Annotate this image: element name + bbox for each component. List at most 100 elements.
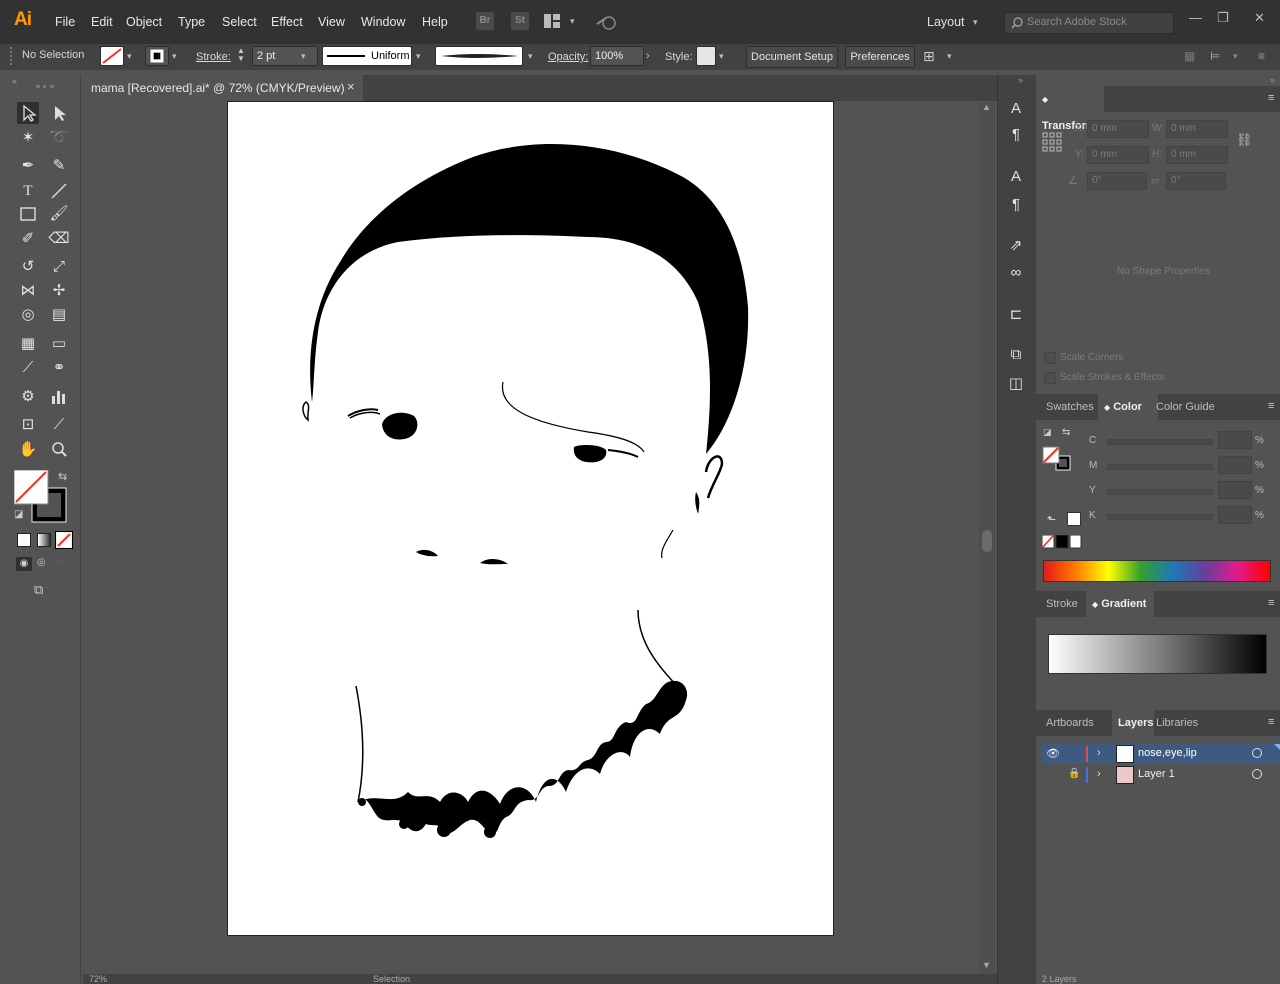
document-setup-button[interactable]: Document Setup [746,46,838,68]
channel-k-field[interactable] [1218,506,1252,524]
opacity-label[interactable]: Opacity: [548,51,588,63]
selection-tool-icon[interactable] [17,102,39,124]
transform-icon[interactable]: ⊨ [1210,49,1220,63]
curvature-tool-icon[interactable]: ✎ [48,155,70,177]
arrange-documents-icon[interactable] [544,14,560,28]
w-field[interactable]: 0 mm [1166,120,1228,138]
chevron-down-icon[interactable]: ▾ [973,17,978,28]
panel-menu-icon[interactable]: ≡ [1268,716,1274,728]
menu-help[interactable]: Help [422,15,448,29]
paintbrush-tool-icon[interactable]: 🖌 [48,203,70,225]
brush-definition[interactable] [435,46,523,66]
menu-effect[interactable]: Effect [271,15,303,29]
slice-tool-icon[interactable]: ⟋ [48,414,70,436]
bridge-button[interactable]: Br [476,12,494,30]
type-tool-icon[interactable]: T [17,180,39,202]
hand-tool-icon[interactable]: ✋ [17,439,39,461]
h-field[interactable]: 0 mm [1166,146,1228,164]
menu-view[interactable]: View [318,15,345,29]
default-fill-stroke-icon[interactable]: ◪ [14,509,23,520]
menu-type[interactable]: Type [178,15,205,29]
scrollbar-thumb[interactable] [982,530,992,552]
stroke-swatch[interactable] [145,46,169,66]
chevron-down-icon[interactable]: ▾ [416,51,421,62]
fill-stroke-swatches[interactable] [13,469,67,523]
shape-builder-tool-icon[interactable]: ◎ [17,304,39,326]
variable-width-profile[interactable]: Uniform [322,46,412,66]
swap-colors-icon[interactable]: ⇆ [1062,427,1070,438]
menu-window[interactable]: Window [361,15,405,29]
panel-menu-icon[interactable]: ≡ [1268,597,1274,609]
artboard-tool-icon[interactable]: ⊡ [17,414,39,436]
tab-libraries[interactable]: Libraries [1150,710,1204,736]
minimize-icon[interactable]: — [1189,10,1202,25]
stroke-label[interactable]: Stroke: [196,51,231,63]
character-panel-icon[interactable]: A [1005,98,1027,120]
x-field[interactable]: 0 mm [1087,120,1149,138]
tab-color[interactable]: ◆ Color [1098,394,1158,420]
shear-angle-field[interactable]: 0° [1166,172,1226,190]
scale-corners-checkbox[interactable] [1044,352,1056,364]
paragraph-panel-icon[interactable]: ¶ [1005,124,1027,146]
quick-swatches[interactable] [1041,534,1082,549]
screen-mode-icon[interactable]: ⧉ [34,582,43,598]
y-field[interactable]: 0 mm [1087,146,1149,164]
layer-name[interactable]: Layer 1 [1138,768,1175,780]
layer-row[interactable]: 👁 › nose,eye,lip [1042,744,1280,764]
expand-chevron-icon[interactable]: › [1097,768,1101,780]
target-icon[interactable] [1252,748,1262,758]
magic-wand-tool-icon[interactable]: ✶ [17,127,39,149]
channel-m-field[interactable] [1218,456,1252,474]
expand-chevron-icon[interactable]: › [1097,747,1101,759]
channel-y-slider[interactable] [1107,489,1213,495]
stroke-stepper[interactable]: ▲ ▼ [237,47,245,63]
channel-m-slider[interactable] [1107,464,1213,470]
vertical-scrollbar[interactable]: ▲ ▼ [979,102,995,974]
scale-tool-icon[interactable]: ⤢ [48,256,70,278]
panel-menu-icon[interactable]: ≡ [1268,92,1274,104]
rectangle-tool-icon[interactable] [17,203,39,225]
chevron-down-icon[interactable]: ▾ [528,51,533,62]
align-panel-icon[interactable]: ⊏ [1005,304,1027,326]
color-spectrum[interactable] [1043,560,1271,582]
symbol-sprayer-tool-icon[interactable]: ⚙ [17,386,39,408]
graphic-style-swatch[interactable] [696,46,716,66]
mesh-tool-icon[interactable]: ▦ [17,333,39,355]
gradient-preview[interactable] [1048,634,1267,674]
grip-icon[interactable] [36,85,54,88]
chevron-down-icon[interactable]: ▾ [1233,51,1238,62]
target-icon[interactable] [1252,769,1262,779]
eyedropper-tool-icon[interactable]: ⟋ [17,357,39,379]
paragraph-styles-icon[interactable]: ¶ [1005,194,1027,216]
scroll-up-icon[interactable]: ▲ [982,102,991,112]
draw-behind-icon[interactable]: ◎ [37,557,46,568]
none-mode-icon[interactable] [56,532,72,548]
direct-selection-tool-icon[interactable] [48,102,70,124]
default-colors-icon[interactable]: ◪ [1043,427,1052,438]
tab-swatches[interactable]: Swatches [1040,394,1100,420]
blend-tool-icon[interactable]: ⚭ [48,357,70,379]
tab-layers[interactable]: Layers [1112,710,1154,736]
restore-icon[interactable]: ❐ [1217,10,1229,26]
zoom-tool-icon[interactable] [48,439,70,461]
tab-stroke[interactable]: Stroke [1040,591,1084,617]
web-safe-swatch[interactable] [1067,512,1081,526]
color-fill-stroke[interactable] [1042,446,1074,474]
artboard[interactable] [228,102,833,935]
width-tool-icon[interactable]: ⋈ [17,280,39,302]
document-tab[interactable]: mama [Recovered].ai* @ 72% (CMYK/Preview… [83,75,363,101]
fill-swatch[interactable] [100,46,124,66]
chevron-down-icon[interactable]: ▾ [719,51,724,62]
chevron-down-icon[interactable]: ▾ [301,51,306,62]
panel-menu-icon[interactable]: ≡ [1268,400,1274,412]
menu-select[interactable]: Select [222,15,257,29]
workspace-switcher[interactable]: Layout [927,15,965,29]
opacity-field[interactable]: 100% [590,46,644,66]
stock-button[interactable]: St [511,12,529,30]
character-styles-icon[interactable]: A [1005,166,1027,188]
rotate-tool-icon[interactable]: ↺ [17,256,39,278]
gradient-tool-icon[interactable]: ▭ [48,333,70,355]
perspective-grid-tool-icon[interactable]: ▤ [48,304,70,326]
channel-k-slider[interactable] [1107,514,1213,520]
tab-color-guide[interactable]: Color Guide [1150,394,1221,420]
